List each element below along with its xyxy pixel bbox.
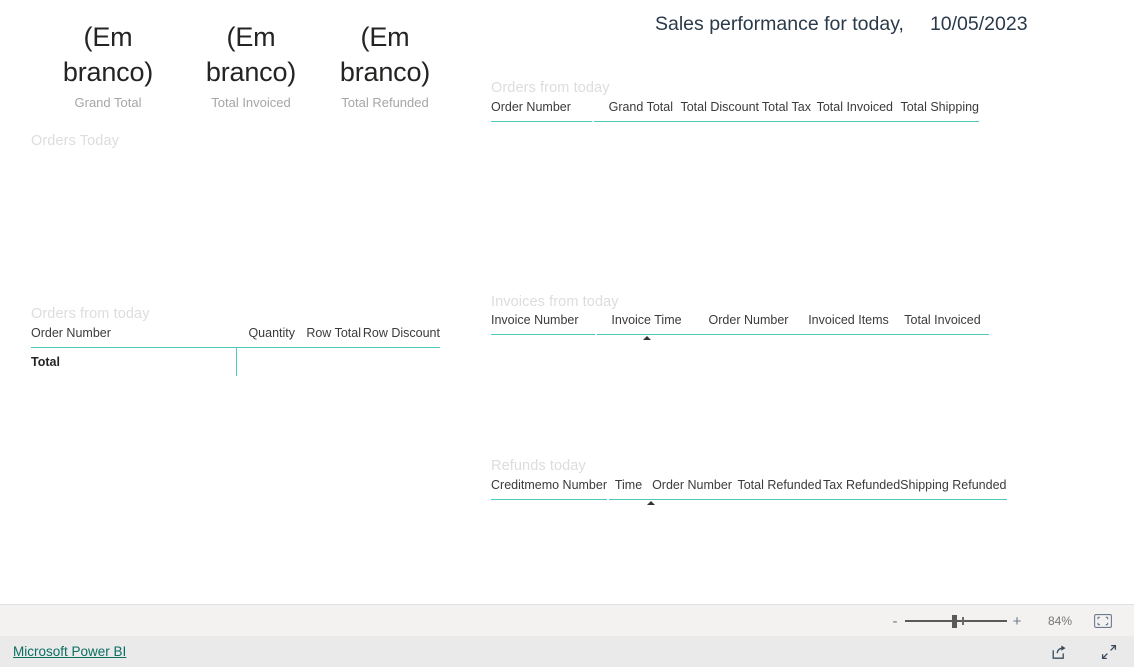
zoom-slider-tick <box>962 617 964 625</box>
column-header-order-number[interactable]: Order Number <box>696 313 801 335</box>
zoom-slider[interactable] <box>905 614 1007 628</box>
table-header-row: Order Number Grand Total Total Discount … <box>491 100 979 122</box>
column-header-total-tax[interactable]: Total Tax <box>759 100 811 122</box>
column-header-total-invoiced[interactable]: Total Invoiced <box>811 100 893 122</box>
footer-bar: Microsoft Power BI <box>0 636 1134 667</box>
column-header-total-refunded[interactable]: Total Refunded <box>736 478 824 500</box>
table-orders-from-today-left[interactable]: Order Number Quantity Row Total Row Disc… <box>31 326 440 376</box>
column-header-invoice-number[interactable]: Invoice Number <box>491 313 597 335</box>
sort-ascending-icon <box>642 336 651 340</box>
visual-title-orders-from-today-left: Orders from today <box>31 306 150 322</box>
total-row-row-total <box>295 348 361 377</box>
visual-title-invoices-from-today: Invoices from today <box>491 294 619 310</box>
kpi-label: Grand Total <box>74 95 142 110</box>
zoom-out-button[interactable]: - <box>888 614 902 629</box>
column-header-total-discount[interactable]: Total Discount <box>673 100 759 122</box>
column-header-time-label: Time <box>614 478 643 492</box>
status-bar: - + 84% <box>0 604 1134 638</box>
kpi-label: Total Invoiced <box>211 95 291 110</box>
table-total-row[interactable]: Total <box>31 347 440 377</box>
column-header-row-discount[interactable]: Row Discount <box>361 326 440 348</box>
table-invoices-from-today[interactable]: Invoice Number Invoice Time Order Number… <box>491 313 989 340</box>
column-header-quantity[interactable]: Quantity <box>236 326 295 348</box>
page-title: Sales performance for today, <box>655 13 904 35</box>
column-header-time[interactable]: Time <box>608 478 656 505</box>
column-header-total-invoiced[interactable]: Total Invoiced <box>896 313 989 335</box>
column-header-shipping-refunded[interactable]: Shipping Refunded <box>900 478 1007 500</box>
table-orders-from-today-right[interactable]: Order Number Grand Total Total Discount … <box>491 100 979 122</box>
kpi-value: (Em branco) <box>339 22 431 87</box>
zoom-slider-thumb[interactable] <box>952 615 957 628</box>
column-header-invoice-time[interactable]: Invoice Time <box>596 313 696 340</box>
kpi-card-grand-total[interactable]: (Em branco) Grand Total <box>58 20 158 111</box>
column-header-order-number[interactable]: Order Number <box>491 100 594 122</box>
report-canvas: Sales performance for today, 10/05/2023 … <box>0 0 1134 604</box>
zoom-controls: - + 84% <box>888 605 1134 637</box>
column-header-order-number[interactable]: Order Number <box>31 326 236 348</box>
column-header-order-number[interactable]: Order Number <box>648 478 737 500</box>
kpi-value: (Em branco) <box>205 22 297 87</box>
column-header-total-shipping[interactable]: Total Shipping <box>893 100 979 122</box>
visual-title-orders-today: Orders Today <box>31 133 119 149</box>
table-refunds-today[interactable]: Creditmemo Number Time Order Number Tota… <box>491 478 1007 505</box>
fullscreen-icon[interactable] <box>1100 643 1118 661</box>
visual-title-orders-from-today-right: Orders from today <box>491 80 610 96</box>
kpi-card-total-invoiced[interactable]: (Em branco) Total Invoiced <box>201 20 301 111</box>
microsoft-power-bi-link[interactable]: Microsoft Power BI <box>13 644 126 659</box>
sort-ascending-icon <box>647 501 656 505</box>
visual-title-refunds-today: Refunds today <box>491 458 586 474</box>
total-row-row-discount <box>361 348 440 377</box>
fit-to-page-icon[interactable] <box>1094 614 1112 628</box>
column-header-tax-refunded[interactable]: Tax Refunded <box>823 478 901 500</box>
column-header-invoiced-items[interactable]: Invoiced Items <box>801 313 896 335</box>
kpi-value: (Em branco) <box>62 22 154 87</box>
footer-icons <box>1018 643 1118 661</box>
kpi-card-total-refunded[interactable]: (Em branco) Total Refunded <box>335 20 435 111</box>
kpi-label: Total Refunded <box>341 95 429 110</box>
column-header-row-total[interactable]: Row Total <box>295 326 361 348</box>
total-row-label: Total <box>31 355 60 369</box>
zoom-in-button[interactable]: + <box>1010 614 1024 629</box>
table-header-row: Invoice Number Invoice Time Order Number… <box>491 313 989 340</box>
page-title-group: Sales performance for today, 10/05/2023 <box>655 13 1028 36</box>
table-body: Total <box>31 347 440 377</box>
page-title-date: 10/05/2023 <box>929 13 1028 35</box>
orders-today-chart-plot[interactable] <box>31 155 471 285</box>
column-header-creditmemo-number[interactable]: Creditmemo Number <box>491 478 610 500</box>
column-header-invoice-time-label: Invoice Time <box>611 313 682 327</box>
column-header-grand-total[interactable]: Grand Total <box>593 100 673 122</box>
zoom-percent-label: 84% <box>1047 614 1072 628</box>
table-header-row: Order Number Quantity Row Total Row Disc… <box>31 326 440 348</box>
share-icon[interactable] <box>1050 643 1068 661</box>
total-row-quantity <box>235 347 295 376</box>
table-header-row: Creditmemo Number Time Order Number Tota… <box>491 478 1007 505</box>
